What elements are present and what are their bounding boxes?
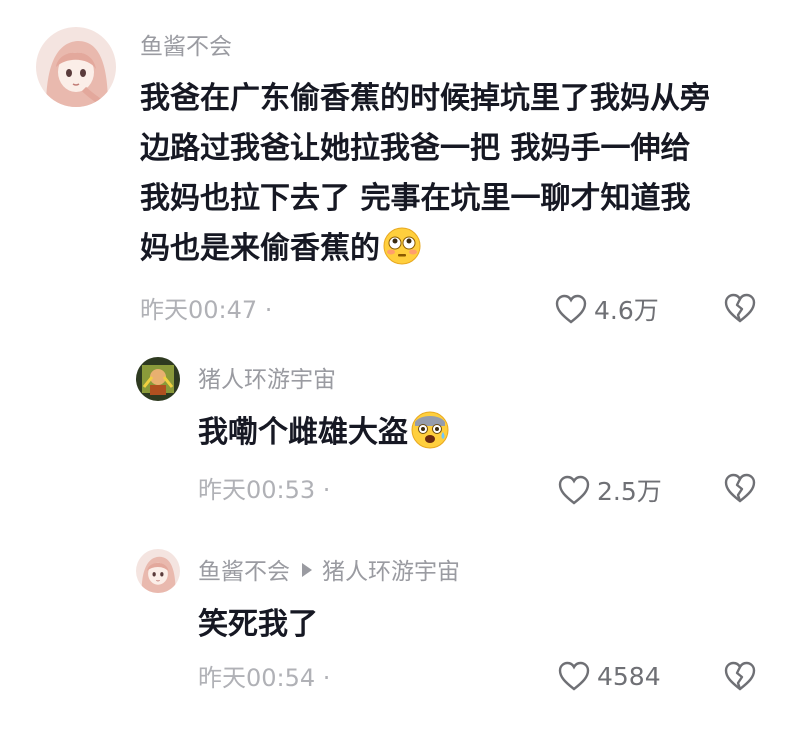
reply-arrow-icon (302, 563, 312, 577)
avatar[interactable] (136, 357, 180, 401)
comment-text-line: 边路过我爸让她拉我爸一把 我妈手一伸给 (140, 131, 691, 166)
reply-to-username[interactable]: 猪人环游宇宙 (322, 559, 460, 585)
dislike-button[interactable] (723, 472, 757, 504)
fearful-face-emoji-icon (410, 410, 450, 450)
comment-username[interactable]: 鱼酱不会 (140, 36, 232, 59)
heart-outline-icon (558, 475, 590, 505)
comment-text-line: 我妈也拉下去了 完事在坑里一聊才知道我 (140, 181, 691, 216)
avatar-anime-girl-icon (36, 27, 116, 107)
comment-text-line: 我爸在广东偷香蕉的时候掉坑里了我妈从旁 (140, 81, 710, 116)
reply-header: 鱼酱不会 猪人环游宇宙 (198, 561, 460, 584)
broken-heart-icon (724, 293, 756, 323)
comment-text-fragment: 妈也是来偷香蕉的 (140, 231, 380, 266)
broken-heart-icon (724, 661, 756, 691)
dislike-button[interactable] (723, 660, 757, 692)
comment-timestamp: 昨天00:54 · (198, 664, 331, 692)
like-count: 2.5万 (597, 477, 662, 506)
comment-username[interactable]: 猪人环游宇宙 (198, 369, 336, 392)
comment-text-fragment: 我嘞个雌雄大盗 (198, 415, 408, 450)
like-count: 4584 (597, 661, 661, 691)
comment-timestamp: 昨天00:47 · (140, 296, 273, 324)
comment-text: 我嘞个雌雄大盗 (198, 408, 758, 458)
heart-outline-icon (558, 661, 590, 691)
comment-timestamp: 昨天00:53 · (198, 476, 331, 504)
broken-heart-icon (724, 473, 756, 503)
dislike-button[interactable] (723, 292, 757, 324)
avatar[interactable] (36, 27, 116, 107)
like-button[interactable]: 2.5万 (557, 472, 662, 508)
comment-text-line: 妈也是来偷香蕉的 (140, 224, 780, 274)
avatar[interactable] (136, 549, 180, 593)
heart-outline-icon (555, 294, 587, 324)
like-button[interactable]: 4.6万 (554, 291, 659, 327)
like-count: 4.6万 (594, 296, 659, 325)
comment-username[interactable]: 鱼酱不会 (198, 559, 290, 585)
flushed-face-emoji-icon (382, 226, 422, 266)
avatar-cartoon-icon (136, 357, 180, 401)
like-button[interactable]: 4584 (557, 660, 661, 692)
comment-text: 笑死我了 (198, 607, 318, 642)
avatar-anime-girl-icon (136, 549, 180, 593)
comment-text: 我爸在广东偷香蕉的时候掉坑里了我妈从旁 边路过我爸让她拉我爸一把 我妈手一伸给 … (140, 74, 780, 274)
